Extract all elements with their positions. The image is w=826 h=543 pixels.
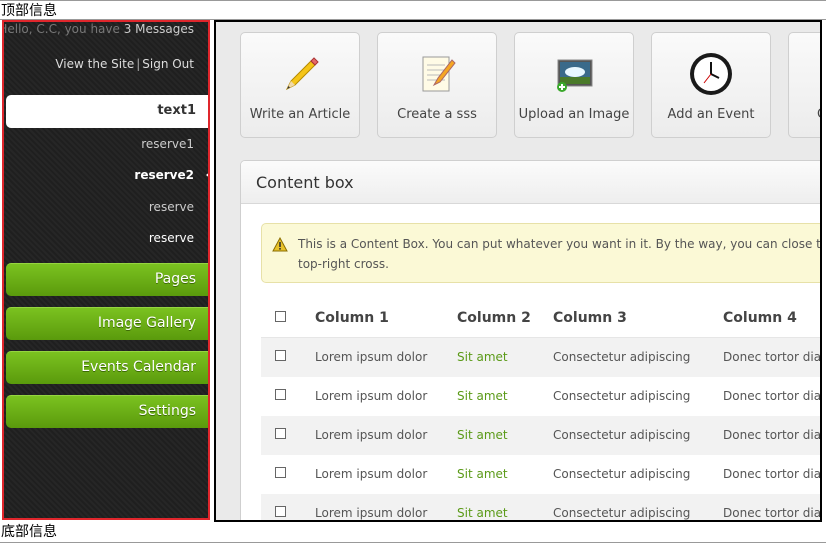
settings-button[interactable]: Settings xyxy=(6,395,208,428)
column-header[interactable]: Column 1 xyxy=(315,310,389,326)
table-cell: Donec tortor diam xyxy=(723,350,822,364)
table-cell-link[interactable]: Sit amet xyxy=(457,428,508,442)
table-cell: Lorem ipsum dolor xyxy=(315,350,428,364)
partial-shortcut[interactable]: C xyxy=(788,32,820,138)
column-header[interactable]: Column 4 xyxy=(723,310,797,326)
pages-button-label: Pages xyxy=(154,271,196,287)
row-checkbox[interactable] xyxy=(275,467,286,478)
image-upload-icon xyxy=(557,59,593,92)
table-cell: Donec tortor diam xyxy=(723,389,822,403)
table-cell: Lorem ipsum dolor xyxy=(315,389,428,403)
content-box-title: Content box xyxy=(256,173,354,192)
notice-line: top-right cross. xyxy=(298,257,389,271)
main-panel: Write an Article Create a sss Upload an … xyxy=(214,20,822,522)
notepad-icon xyxy=(422,56,456,92)
upload-image-shortcut[interactable]: Upload an Image xyxy=(514,32,634,138)
content-box-header: Content box xyxy=(241,161,820,204)
table-cell-link[interactable]: Sit amet xyxy=(457,350,508,364)
row-checkbox[interactable] xyxy=(275,350,286,361)
content-box: Content box This is a Content Box. You c… xyxy=(240,160,822,520)
table-cell-link[interactable]: Sit amet xyxy=(457,506,508,520)
select-all-checkbox[interactable] xyxy=(275,311,286,322)
clock-icon xyxy=(690,53,732,95)
active-arrow-icon xyxy=(206,170,208,180)
sidebar-item-text1[interactable]: text1 xyxy=(6,95,208,128)
table-row: Lorem ipsum dolor Sit amet Consectetur a… xyxy=(261,416,822,455)
sidebar: Hello, C.C, you have 3 Messages View the… xyxy=(2,20,210,520)
pages-button[interactable]: Pages xyxy=(6,263,208,296)
table-cell: Lorem ipsum dolor xyxy=(315,467,428,481)
events-calendar-button[interactable]: Events Calendar xyxy=(6,351,208,384)
table-cell-link[interactable]: Sit amet xyxy=(457,467,508,481)
row-checkbox[interactable] xyxy=(275,506,286,517)
table-header-row: Column 1 Column 2 Column 3 Column 4 xyxy=(261,299,820,338)
table-cell: Consectetur adipiscing xyxy=(553,389,691,403)
table-cell: Donec tortor diam xyxy=(723,428,822,442)
shortcut-label: Write an Article xyxy=(249,107,351,122)
row-checkbox[interactable] xyxy=(275,428,286,439)
shortcut-label: Create a sss xyxy=(397,107,477,122)
table-cell: Consectetur adipiscing xyxy=(553,350,691,364)
table-cell-link[interactable]: Sit amet xyxy=(457,389,508,403)
table-cell: Consectetur adipiscing xyxy=(553,467,691,481)
settings-button-label: Settings xyxy=(138,403,196,419)
sub-item-reserve[interactable]: reserve xyxy=(149,231,194,245)
bottom-info-text: 底部信息 xyxy=(1,524,57,540)
sub-item-reserve2[interactable]: reserve2 xyxy=(134,168,194,182)
column-header[interactable]: Column 3 xyxy=(553,310,627,326)
table-row: Lorem ipsum dolor Sit amet Consectetur a… xyxy=(261,455,822,494)
table-row: Lorem ipsum dolor Sit amet Consectetur a… xyxy=(261,338,822,377)
messages-link[interactable]: 3 Messages xyxy=(124,22,194,36)
bottom-info-bar: 底部信息 xyxy=(0,522,826,543)
shortcut-label: Add an Event xyxy=(667,107,755,122)
sign-out-link[interactable]: Sign Out xyxy=(142,57,194,71)
table-cell: Consectetur adipiscing xyxy=(553,506,691,520)
sub-item-reserve[interactable]: reserve xyxy=(149,200,194,214)
create-sss-shortcut[interactable]: Create a sss xyxy=(377,32,497,138)
notice-line: This is a Content Box. You can put whate… xyxy=(298,237,822,251)
row-checkbox[interactable] xyxy=(275,389,286,400)
top-info-text: 顶部信息 xyxy=(1,3,57,19)
warning-icon xyxy=(272,237,288,252)
table-cell: Donec tortor diam xyxy=(723,467,822,481)
top-info-bar: 顶部信息 xyxy=(0,0,826,20)
shortcut-label: Upload an Image xyxy=(518,107,630,122)
sub-item-reserve1[interactable]: reserve1 xyxy=(141,137,194,151)
write-article-shortcut[interactable]: Write an Article xyxy=(240,32,360,138)
table-cell: Donec tortor diam xyxy=(723,506,822,520)
view-site-link[interactable]: View the Site xyxy=(55,57,134,71)
pencil-icon xyxy=(285,57,319,91)
shortcut-label: C xyxy=(789,107,820,122)
column-header[interactable]: Column 2 xyxy=(457,310,531,326)
sidebar-item-label: text1 xyxy=(157,103,196,118)
notice-box: This is a Content Box. You can put whate… xyxy=(261,223,822,283)
notice-text: This is a Content Box. You can put whate… xyxy=(298,234,822,274)
events-calendar-button-label: Events Calendar xyxy=(81,359,196,375)
image-gallery-button[interactable]: Image Gallery xyxy=(6,307,208,340)
site-links: View the Site | Sign Out xyxy=(55,57,194,71)
greeting-text: Hello, C.C, you have xyxy=(2,22,124,36)
table-row: Lorem ipsum dolor Sit amet Consectetur a… xyxy=(261,377,822,416)
table-cell: Consectetur adipiscing xyxy=(553,428,691,442)
table-cell: Lorem ipsum dolor xyxy=(315,506,428,520)
add-event-shortcut[interactable]: Add an Event xyxy=(651,32,771,138)
greeting: Hello, C.C, you have 3 Messages xyxy=(2,22,194,36)
table-cell: Lorem ipsum dolor xyxy=(315,428,428,442)
table-row: Lorem ipsum dolor Sit amet Consectetur a… xyxy=(261,494,822,520)
image-gallery-button-label: Image Gallery xyxy=(97,315,196,331)
